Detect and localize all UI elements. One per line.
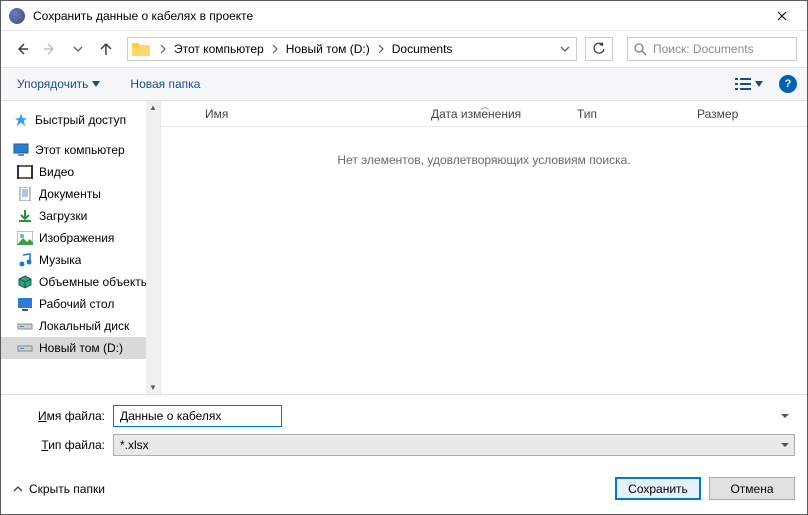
column-header-name[interactable]: Имя — [161, 101, 421, 126]
sidebar-item-pictures[interactable]: Изображения — [1, 227, 160, 249]
drive-icon — [17, 319, 33, 333]
triangle-down-icon — [92, 81, 100, 87]
star-icon — [13, 113, 29, 127]
sidebar-scrollbar[interactable]: ▲ ▼ — [146, 101, 160, 394]
image-icon — [17, 231, 33, 245]
sidebar-item-label: Загрузки — [39, 209, 87, 223]
arrow-left-icon — [14, 41, 30, 57]
empty-message: Нет элементов, удовлетворяющих условиям … — [161, 127, 807, 167]
sidebar-item-music[interactable]: Музыка — [1, 249, 160, 271]
cube-icon — [17, 275, 33, 289]
document-icon — [17, 187, 33, 201]
column-header-date[interactable]: Дата изменения — [421, 101, 567, 126]
filename-label: Имя файла: — [13, 409, 113, 423]
column-header-size[interactable]: Размер — [687, 101, 767, 126]
column-header-type[interactable]: Тип — [567, 101, 687, 126]
sidebar-item-label: Документы — [39, 187, 101, 201]
help-button[interactable]: ? — [779, 75, 797, 93]
sidebar: Быстрый доступ Этот компьютер Видео Доку… — [1, 101, 161, 394]
sidebar-item-label: Изображения — [39, 231, 114, 245]
triangle-down-icon — [755, 81, 763, 87]
sidebar-item-pc[interactable]: Этот компьютер — [1, 139, 160, 161]
desktop-icon — [17, 297, 33, 311]
cancel-button[interactable]: Отмена — [709, 477, 795, 500]
forward-button[interactable] — [39, 38, 61, 60]
sidebar-item-label: Объемные объекты — [39, 275, 149, 289]
hide-folders-toggle[interactable]: Скрыть папки — [13, 482, 105, 496]
sidebar-item-label: Быстрый доступ — [35, 113, 126, 127]
filetype-select[interactable]: *.xlsx — [113, 434, 795, 456]
sidebar-item-new-volume[interactable]: Новый том (D:) — [1, 337, 160, 359]
organize-button[interactable]: Упорядочить — [11, 73, 106, 95]
sidebar-item-documents[interactable]: Документы — [1, 183, 160, 205]
refresh-icon — [592, 42, 606, 56]
breadcrumb[interactable]: Этот компьютер Новый том (D:) Documents — [127, 37, 577, 61]
download-icon — [17, 209, 33, 223]
chevron-right-icon[interactable] — [156, 44, 170, 54]
sidebar-item-quick-access[interactable]: Быстрый доступ — [1, 109, 160, 131]
organize-label: Упорядочить — [17, 77, 88, 91]
search-box[interactable] — [627, 37, 797, 61]
sidebar-item-local-disk[interactable]: Локальный диск — [1, 315, 160, 337]
scroll-up-icon[interactable]: ▲ — [149, 103, 157, 112]
window-title: Сохранить данные о кабелях в проекте — [33, 9, 759, 23]
search-icon — [634, 43, 647, 56]
chevron-right-icon[interactable] — [268, 44, 282, 54]
recent-dropdown[interactable] — [67, 38, 89, 60]
new-folder-button[interactable]: Новая папка — [124, 73, 206, 95]
monitor-icon — [13, 143, 29, 157]
chevron-down-icon — [560, 44, 570, 54]
folder-icon — [132, 42, 150, 56]
up-button[interactable] — [95, 38, 117, 60]
refresh-button[interactable] — [585, 37, 613, 61]
view-options-button[interactable] — [731, 73, 767, 95]
filetype-label: Тип файла: — [13, 438, 113, 452]
sidebar-item-label: Видео — [39, 165, 74, 179]
filename-input[interactable] — [113, 405, 282, 427]
save-button[interactable]: Сохранить — [615, 477, 701, 500]
sidebar-item-label: Этот компьютер — [35, 143, 125, 157]
film-icon — [17, 165, 33, 179]
crumb-drive[interactable]: Новый том (D:) — [282, 38, 374, 60]
view-list-icon — [735, 77, 751, 91]
app-icon — [9, 8, 25, 24]
address-dropdown[interactable] — [554, 44, 576, 54]
close-button[interactable] — [759, 1, 805, 31]
back-button[interactable] — [11, 38, 33, 60]
drive-icon — [17, 341, 33, 355]
search-input[interactable] — [653, 42, 808, 56]
file-list[interactable]: Нет элементов, удовлетворяющих условиям … — [161, 127, 807, 394]
sidebar-item-label: Рабочий стол — [39, 297, 114, 311]
hide-folders-label: Скрыть папки — [29, 482, 105, 496]
sidebar-item-label: Локальный диск — [39, 319, 129, 333]
sidebar-item-label: Музыка — [39, 253, 81, 267]
arrow-up-icon — [98, 41, 114, 57]
sidebar-item-videos[interactable]: Видео — [1, 161, 160, 183]
new-folder-label: Новая папка — [130, 77, 200, 91]
chevron-down-icon — [73, 44, 83, 54]
sort-indicator-icon: ︿ — [481, 101, 489, 112]
close-icon — [777, 11, 787, 21]
crumb-folder[interactable]: Documents — [388, 38, 457, 60]
sidebar-item-downloads[interactable]: Загрузки — [1, 205, 160, 227]
sidebar-item-label: Новый том (D:) — [39, 341, 123, 355]
sidebar-item-3d-objects[interactable]: Объемные объекты — [1, 271, 160, 293]
arrow-right-icon — [42, 41, 58, 57]
sidebar-item-desktop[interactable]: Рабочий стол — [1, 293, 160, 315]
chevron-up-icon — [13, 484, 23, 494]
music-icon — [17, 253, 33, 267]
crumb-pc[interactable]: Этот компьютер — [170, 38, 268, 60]
chevron-right-icon[interactable] — [374, 44, 388, 54]
scroll-down-icon[interactable]: ▼ — [149, 383, 157, 392]
